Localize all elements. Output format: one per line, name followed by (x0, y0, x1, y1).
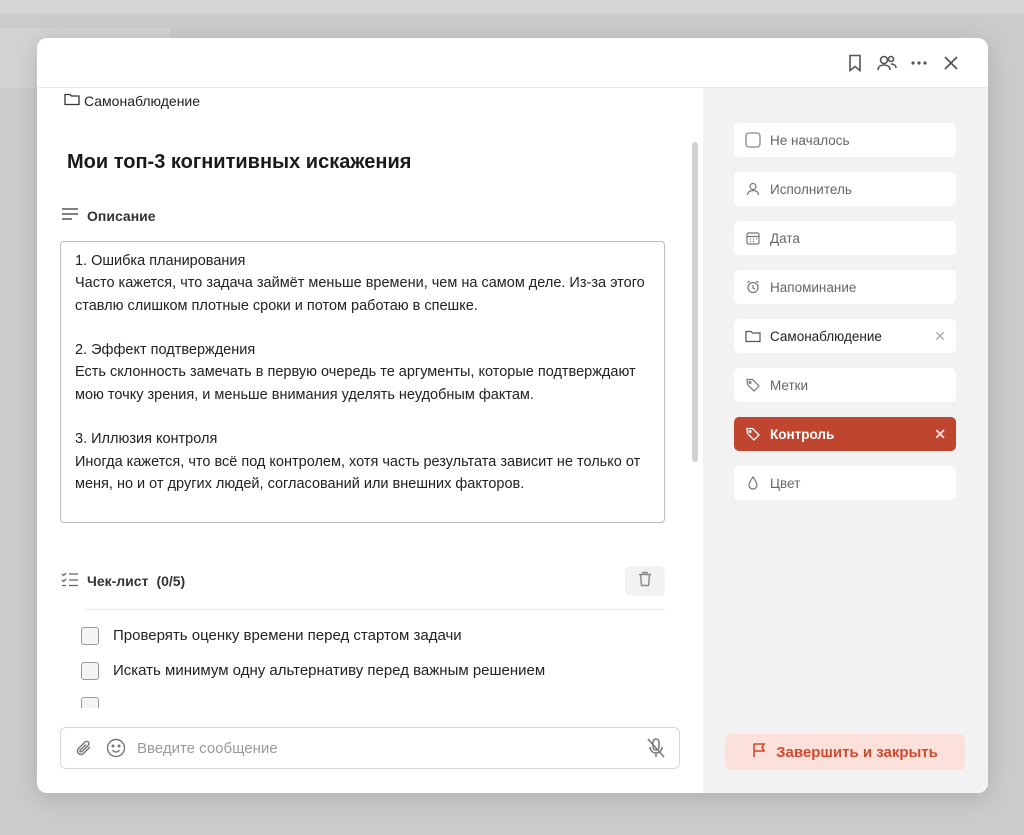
reminder-label: Напоминание (770, 279, 857, 295)
task-modal: Самонаблюдение Мои топ-3 когнитивных иск… (37, 38, 988, 793)
checklist-label: Чек-лист (87, 572, 149, 589)
finish-label: Завершить и закрыть (776, 743, 938, 761)
checklist-items: Проверять оценку времени перед стартом з… (81, 618, 661, 708)
header-actions (844, 51, 962, 75)
checklist-icon (61, 571, 79, 590)
mic-off-icon[interactable] (645, 737, 667, 759)
checkbox[interactable] (81, 661, 99, 680)
folder-field-label: Самонаблюдение (770, 328, 882, 344)
modal-header (37, 38, 988, 88)
status-checkbox-icon (744, 131, 762, 149)
description-field[interactable]: 1. Ошибка планирования Часто кажется, чт… (60, 241, 665, 523)
checkbox[interactable] (81, 696, 99, 708)
description-icon (61, 207, 79, 224)
checklist-item[interactable]: Искать минимум одну альтернативу перед в… (81, 653, 661, 688)
assignee-label: Исполнитель (770, 181, 852, 197)
tags-label: Метки (770, 377, 809, 393)
trash-icon (638, 571, 652, 592)
date-label: Дата (770, 230, 800, 246)
assignee-field[interactable]: Исполнитель (734, 172, 956, 206)
reminder-field[interactable]: Напоминание (734, 270, 956, 304)
folder-icon (64, 92, 80, 109)
checkbox[interactable] (81, 626, 99, 645)
more-icon[interactable] (908, 51, 930, 75)
backdrop-bar (0, 0, 1024, 14)
alarm-icon (744, 278, 762, 296)
checklist-divider (83, 609, 665, 610)
checklist-count: (0/5) (156, 572, 186, 589)
tag-control-chip[interactable]: Контроль ✕ (734, 417, 956, 451)
status-label: Не началось (770, 132, 850, 148)
scrollbar[interactable] (692, 142, 698, 462)
message-input[interactable] (137, 739, 635, 757)
task-properties-panel: Не началось Исполнитель Дата Напоминание… (703, 88, 988, 793)
description-label: Описание (87, 207, 156, 224)
checklist-item-text: Проверять оценку времени перед стартом з… (113, 627, 462, 644)
folder-field[interactable]: Самонаблюдение ✕ (734, 319, 956, 353)
bookmark-icon[interactable] (844, 51, 866, 75)
attachment-icon[interactable] (73, 737, 95, 759)
tag-control-label: Контроль (770, 426, 835, 442)
folder-icon (744, 327, 762, 345)
color-label: Цвет (770, 475, 801, 491)
message-composer (60, 727, 680, 769)
emoji-icon[interactable] (105, 737, 127, 759)
description-text: 1. Ошибка планирования Часто кажется, чт… (75, 253, 645, 492)
status-field[interactable]: Не началось (734, 123, 956, 157)
checklist-header: Чек-лист (0/5) (61, 571, 185, 590)
remove-tag-icon[interactable]: ✕ (934, 426, 946, 443)
user-icon (744, 180, 762, 198)
folder-breadcrumb[interactable]: Самонаблюдение (64, 92, 200, 109)
members-icon[interactable] (876, 51, 898, 75)
task-title[interactable]: Мои топ-3 когнитивных искажения (67, 151, 411, 174)
tag-icon (744, 376, 762, 394)
remove-folder-icon[interactable]: ✕ (934, 328, 946, 345)
delete-checklist-button[interactable] (625, 566, 665, 596)
calendar-icon (744, 229, 762, 247)
flag-icon (752, 742, 768, 762)
tag-icon (744, 425, 762, 443)
checklist-item[interactable]: Проверять оценку времени перед стартом з… (81, 618, 661, 653)
finish-and-close-button[interactable]: Завершить и закрыть (725, 734, 965, 770)
checklist-item-partial[interactable] (81, 688, 661, 708)
task-main: Самонаблюдение Мои топ-3 когнитивных иск… (37, 88, 703, 793)
color-field[interactable]: Цвет (734, 466, 956, 500)
description-header: Описание (61, 207, 156, 224)
checklist-item-text: Искать минимум одну альтернативу перед в… (113, 662, 546, 679)
folder-label: Самонаблюдение (84, 92, 201, 109)
date-field[interactable]: Дата (734, 221, 956, 255)
close-icon[interactable] (940, 51, 962, 75)
droplet-icon (744, 474, 762, 492)
tags-field[interactable]: Метки (734, 368, 956, 402)
